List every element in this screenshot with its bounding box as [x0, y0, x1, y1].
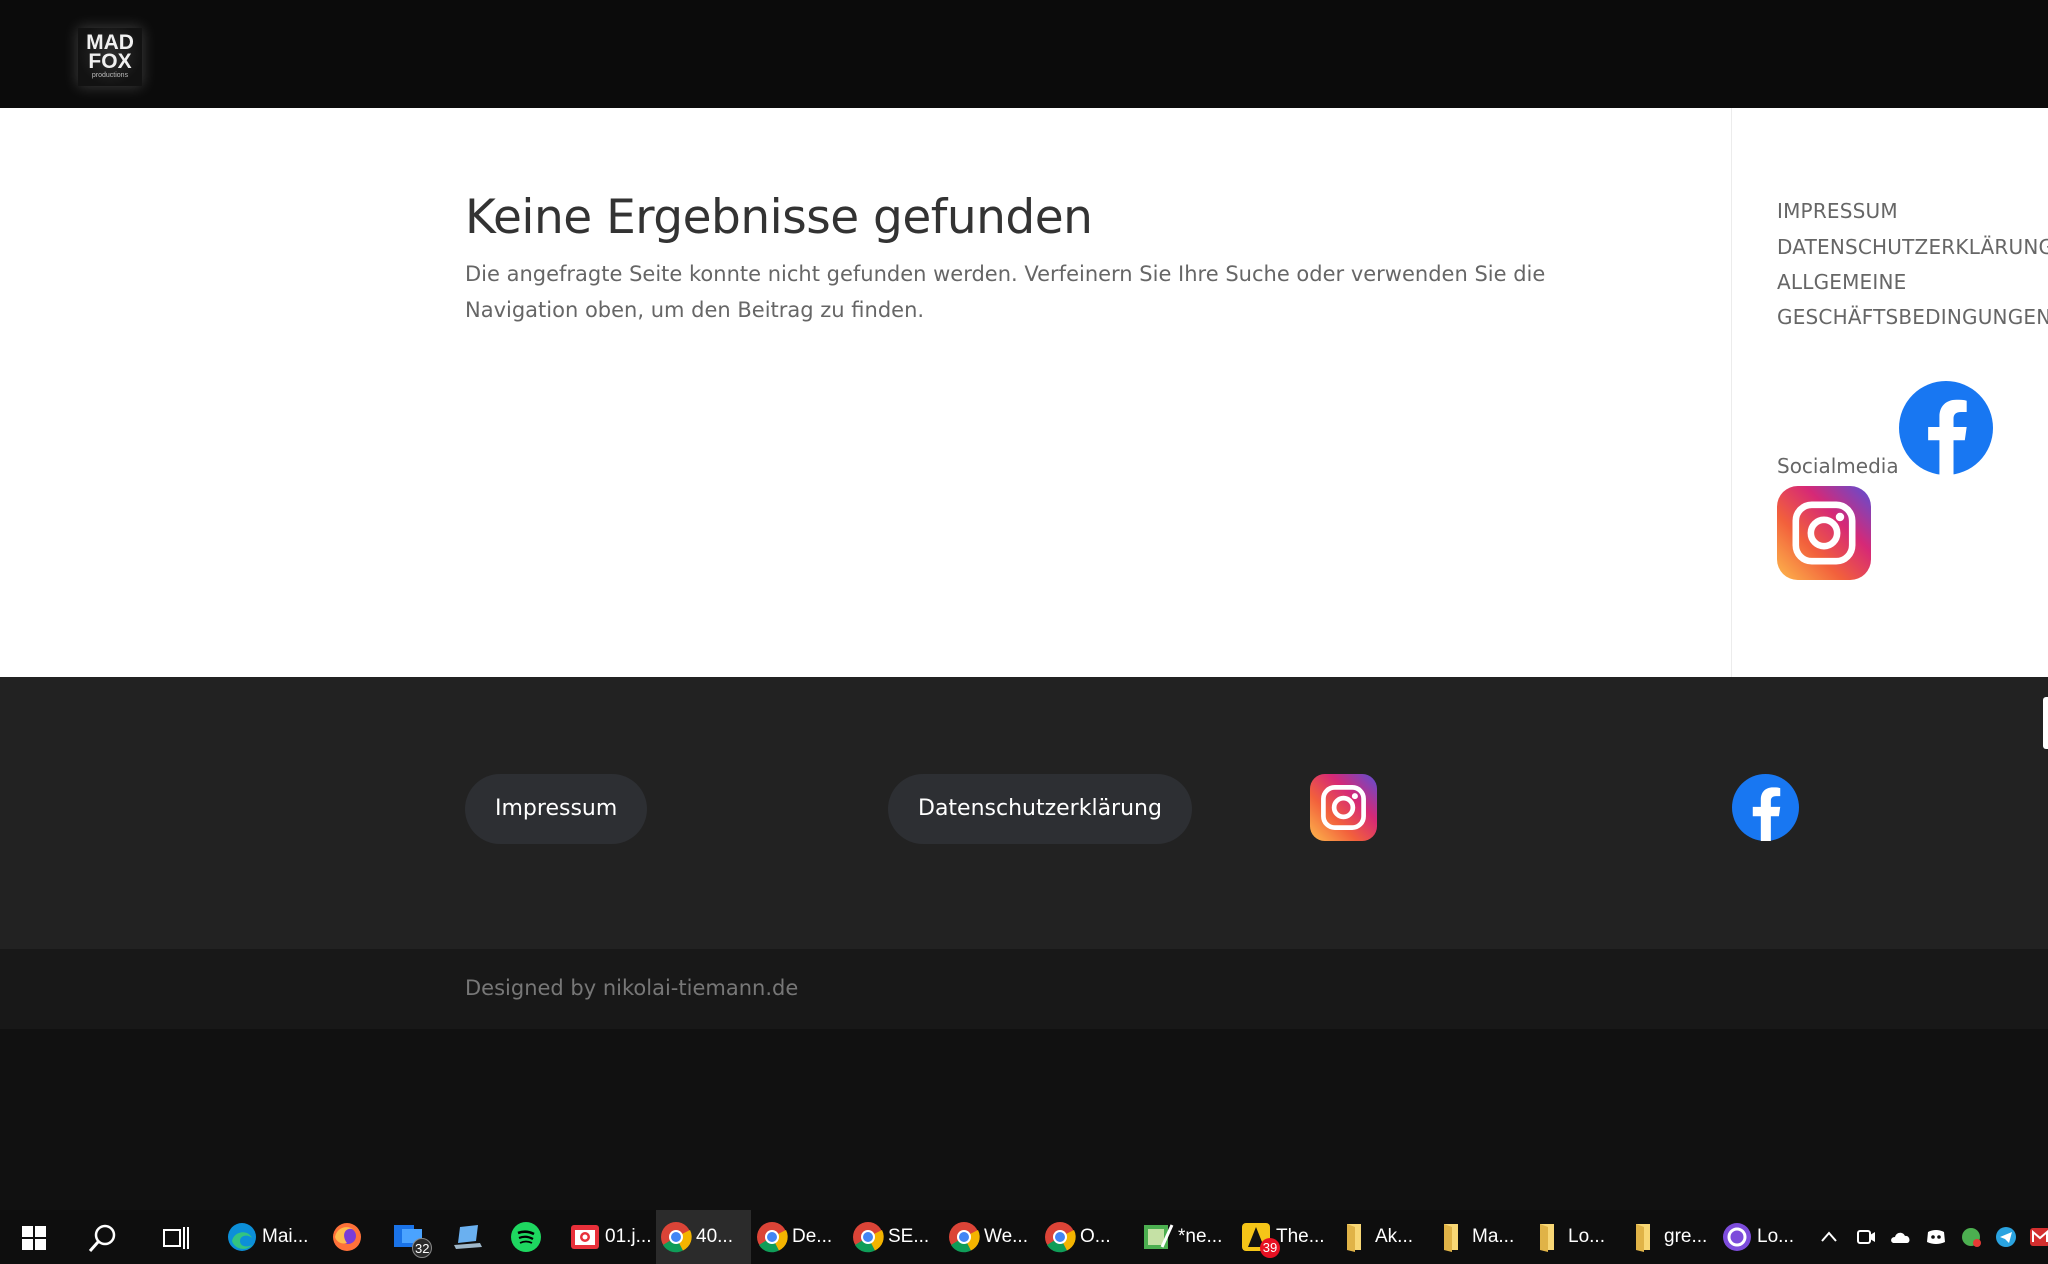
taskbar-item[interactable]: Mai... [222, 1210, 316, 1264]
cloud-icon[interactable] [1890, 1226, 1912, 1248]
chrome-icon [661, 1222, 692, 1253]
sidebar-divider [1731, 108, 1732, 677]
app-circle-icon [1723, 1223, 1751, 1251]
no-results-message: Die angefragte Seite konnte nicht gefund… [465, 262, 1546, 322]
taskbar-item-label: 01.j... [605, 1226, 652, 1247]
designer-credit[interactable]: Designed by nikolai-tiemann.de [465, 976, 798, 1000]
taskbar-item[interactable] [327, 1210, 371, 1264]
taskbar-item[interactable]: SE... [848, 1210, 938, 1264]
taskbar-badge: 39 [1260, 1238, 1280, 1258]
taskbar-item-label: Lo... [1568, 1226, 1605, 1247]
discord-icon[interactable] [1925, 1226, 1947, 1248]
taskbar-item[interactable]: *ne... [1138, 1210, 1230, 1264]
shield-check-icon[interactable] [1960, 1226, 1982, 1248]
taskbar-item-label: We... [984, 1226, 1028, 1247]
taskbar-item[interactable]: Lo... [1528, 1210, 1618, 1264]
taskbar-item-label: Mai... [262, 1226, 309, 1247]
sidebar-link-datenschutz[interactable]: DATENSCHUTZERKLÄRUNG [1777, 235, 2048, 259]
taskbar-item-label: SE... [888, 1226, 930, 1247]
firefox-icon [333, 1223, 361, 1251]
footer-widgets: Impressum Datenschutzerklärung [0, 677, 2048, 949]
facebook-icon[interactable] [1732, 774, 1799, 841]
taskbar-item-label: Ma... [1472, 1226, 1515, 1247]
taskbar-item[interactable]: The... 39 [1236, 1210, 1328, 1264]
taskbar-item[interactable]: 01.j... [565, 1210, 652, 1264]
edge-icon [228, 1223, 256, 1251]
taskbar-item[interactable] [506, 1210, 554, 1264]
sidebar-link-impressum[interactable]: IMPRESSUM [1777, 199, 1898, 223]
taskbar-item[interactable] [448, 1210, 496, 1264]
taskbar-item-label: De... [792, 1226, 833, 1247]
site-header: MAD FOX productions [0, 0, 2048, 108]
chrome-icon [853, 1222, 884, 1253]
taskbar-item-label: 40... [696, 1226, 733, 1247]
folder-icon [1636, 1224, 1650, 1252]
mail-m-icon[interactable] [2029, 1226, 2048, 1248]
taskbar-item[interactable]: Ma... [1432, 1210, 1522, 1264]
impressum-button[interactable]: Impressum [465, 774, 648, 844]
search-icon[interactable] [88, 1223, 118, 1253]
spotify-icon [511, 1222, 541, 1252]
taskbar-item-label: *ne... [1178, 1226, 1223, 1247]
taskbar-item-label: The... [1276, 1226, 1325, 1247]
chrome-icon [949, 1222, 980, 1253]
instagram-icon[interactable] [1310, 774, 1377, 841]
page-title: Keine Ergebnisse gefunden [465, 190, 1093, 245]
folder-icon [1444, 1224, 1458, 1252]
chrome-icon [757, 1222, 788, 1253]
taskbar-item[interactable]: De... [752, 1210, 842, 1264]
taskbar-item-label: O... [1080, 1226, 1111, 1247]
taskbar-item[interactable]: O... [1040, 1210, 1130, 1264]
camera-icon [571, 1225, 599, 1249]
logo-text-fox: FOX [88, 50, 132, 73]
sidebar-link-agb-line1[interactable]: ALLGEMEINE [1777, 270, 1907, 294]
chrome-icon [1045, 1222, 1076, 1253]
main-content: Keine Ergebnisse gefunden Die angefragte… [0, 108, 2048, 677]
laptop-icon [454, 1225, 482, 1249]
sidebar-link-agb-line2[interactable]: GESCHÄFTSBEDINGUNGEN [1777, 305, 2048, 329]
taskbar-item[interactable]: gre... [1624, 1210, 1714, 1264]
taskbar-item[interactable]: Lo... [1717, 1210, 1807, 1264]
taskbar-item[interactable]: 32 [388, 1210, 440, 1264]
taskbar-item-label: Lo... [1757, 1226, 1794, 1247]
taskbar-item[interactable]: Ak... [1335, 1210, 1425, 1264]
scroll-to-top-tab[interactable] [2043, 697, 2048, 749]
taskbar-item-label: Ak... [1375, 1226, 1414, 1247]
taskbar-badge: 32 [412, 1238, 433, 1258]
folder-icon [1347, 1224, 1361, 1252]
footer-bottom-bar: Designed by nikolai-tiemann.de [0, 949, 2048, 1029]
folder-icon [1540, 1224, 1554, 1252]
windows-taskbar: Mai... 32 01.j... 40... De... SE... We... O... *… [0, 1210, 2048, 1264]
taskbar-item[interactable]: We... [944, 1210, 1034, 1264]
taskbar-item-label: gre... [1664, 1226, 1708, 1247]
datenschutz-button[interactable]: Datenschutzerklärung [888, 774, 1192, 844]
sidebar-social-label: Socialmedia [1777, 454, 1899, 478]
madfox-logo[interactable]: MAD FOX productions [78, 28, 142, 86]
telegram-icon[interactable] [1995, 1226, 2017, 1248]
chevron-up-icon[interactable] [1818, 1226, 1840, 1248]
paint-icon [1144, 1224, 1174, 1249]
windows-start-icon[interactable] [22, 1226, 46, 1250]
instagram-icon[interactable] [1777, 486, 1871, 580]
taskbar-item[interactable]: 40... [656, 1210, 751, 1264]
task-view-icon[interactable] [163, 1225, 191, 1251]
meet-icon[interactable] [1855, 1226, 1877, 1248]
facebook-icon[interactable] [1899, 381, 1993, 475]
